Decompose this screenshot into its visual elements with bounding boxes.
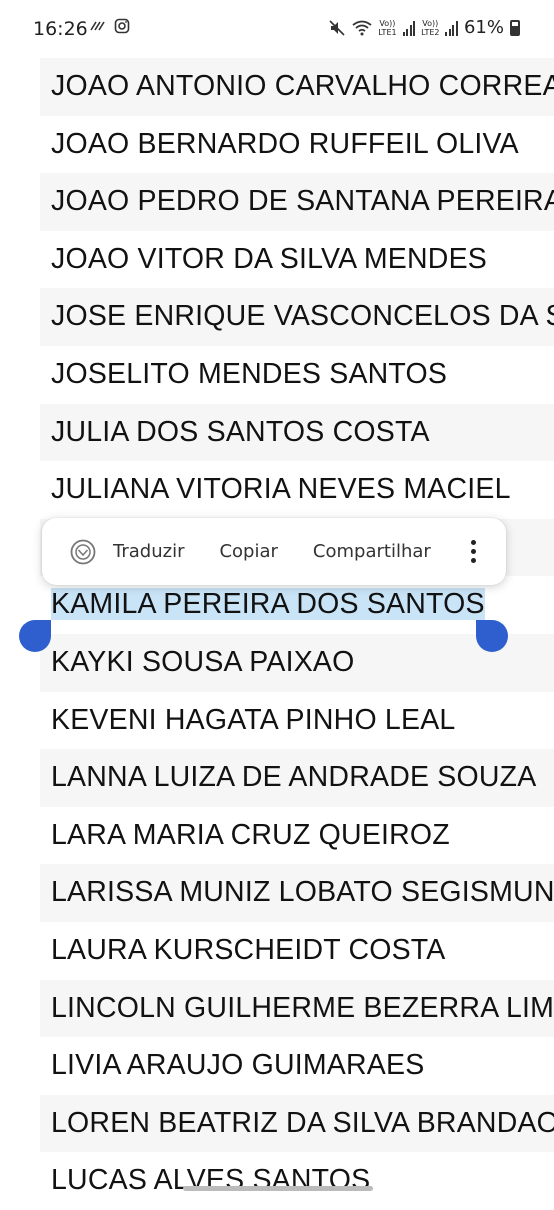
list-item-text[interactable]: JOAO PEDRO DE SANTANA PEREIRA (51, 185, 554, 217)
list-item[interactable]: KEVENI HAGATA PINHO LEAL (40, 692, 554, 750)
status-time: 16:26 (33, 18, 88, 40)
list-item[interactable]: LINCOLN GUILHERME BEZERRA LIMA (40, 979, 554, 1038)
instagram-icon (114, 18, 130, 34)
list-item[interactable]: LOREN BEATRIZ DA SILVA BRANDAO (40, 1094, 554, 1153)
list-item-text[interactable]: LANNA LUIZA DE ANDRADE SOUZA (51, 761, 536, 793)
text-selection-menu: Traduzir Copiar Compartilhar (42, 518, 506, 585)
selection-end-handle[interactable] (476, 620, 508, 652)
list-item-text[interactable]: JULIANA VITORIA NEVES MACIEL (51, 473, 511, 505)
list-item[interactable]: LUCAS ALVES SANTOS (40, 1152, 554, 1210)
list-item-text[interactable]: LINCOLN GUILHERME BEZERRA LIMA (51, 992, 554, 1024)
signal1-icon (402, 20, 416, 36)
mute-icon (329, 19, 345, 36)
status-bar: 16:26 Vo)) LTE1 Vo)) LTE2 61% (0, 0, 554, 58)
list-item-text[interactable]: LIVIA ARAUJO GUIMARAES (51, 1049, 424, 1081)
list-item[interactable]: LIVIA ARAUJO GUIMARAES (40, 1037, 554, 1095)
selection-start-handle[interactable] (19, 620, 51, 652)
list-item-text[interactable]: LOREN BEATRIZ DA SILVA BRANDAO (51, 1107, 554, 1139)
list-item[interactable]: LAURA KURSCHEIDT COSTA (40, 922, 554, 980)
gesture-bar[interactable] (183, 1186, 373, 1191)
list-item-text[interactable]: KAYKI SOUSA PAIXAO (51, 646, 355, 678)
copy-button[interactable]: Copiar (219, 541, 277, 562)
wifi-icon (352, 20, 372, 35)
list-item[interactable]: JULIA DOS SANTOS COSTA (40, 403, 554, 462)
lte2-label: LTE2 (421, 27, 440, 37)
list-item-text[interactable]: JULIA DOS SANTOS COSTA (51, 416, 430, 448)
list-item-text[interactable]: LAURA KURSCHEIDT COSTA (51, 934, 446, 966)
list-item-text[interactable]: JOAO ANTONIO CARVALHO CORREA (51, 70, 554, 102)
signal2-icon (445, 20, 458, 36)
share-button[interactable]: Compartilhar (313, 541, 431, 562)
volte2-label: Vo)) (422, 18, 439, 28)
list-item[interactable]: JOSELITO MENDES SANTOS (40, 346, 554, 404)
translate-icon[interactable] (70, 539, 96, 565)
list-item[interactable]: LANNA LUIZA DE ANDRADE SOUZA (40, 749, 554, 807)
call-forward-icon (90, 21, 105, 31)
more-options-icon[interactable] (470, 540, 476, 563)
list-item[interactable]: JOAO PEDRO DE SANTANA PEREIRA (40, 173, 554, 231)
list-item[interactable]: LARISSA MUNIZ LOBATO SEGISMUND (40, 864, 554, 922)
list-item-text[interactable]: JOSE ENRIQUE VASCONCELOS DA SI (51, 300, 554, 332)
list-item[interactable]: JOAO BERNARDO RUFFEIL OLIVA (40, 116, 554, 174)
list-item-text[interactable]: JOSELITO MENDES SANTOS (51, 358, 447, 390)
list-item[interactable]: LARA MARIA CRUZ QUEIROZ (40, 807, 554, 865)
list-item-text[interactable]: LARISSA MUNIZ LOBATO SEGISMUND (51, 876, 554, 908)
battery-icon (510, 19, 520, 36)
selected-text[interactable]: KAMILA PEREIRA DOS SANTOS (51, 588, 485, 621)
list-item[interactable]: JULIANA VITORIA NEVES MACIEL (40, 461, 554, 519)
list-item-text[interactable]: JOAO BERNARDO RUFFEIL OLIVA (51, 128, 519, 160)
list-item-text[interactable]: JOAO VITOR DA SILVA MENDES (51, 243, 487, 275)
volte1-label: Vo)) (379, 18, 396, 28)
list-item-text[interactable]: KEVENI HAGATA PINHO LEAL (51, 704, 455, 736)
list-item-text[interactable]: LUCAS ALVES SANTOS (51, 1164, 370, 1196)
list-item-text[interactable]: LARA MARIA CRUZ QUEIROZ (51, 819, 450, 851)
battery-percent: 61% (463, 17, 504, 38)
list-item[interactable]: JOSE ENRIQUE VASCONCELOS DA SI (40, 288, 554, 346)
list-item[interactable]: JOAO VITOR DA SILVA MENDES (40, 231, 554, 289)
list-item[interactable]: JOAO ANTONIO CARVALHO CORREA (40, 58, 554, 116)
lte1-label: LTE1 (378, 27, 397, 37)
translate-button[interactable]: Traduzir (113, 541, 184, 562)
